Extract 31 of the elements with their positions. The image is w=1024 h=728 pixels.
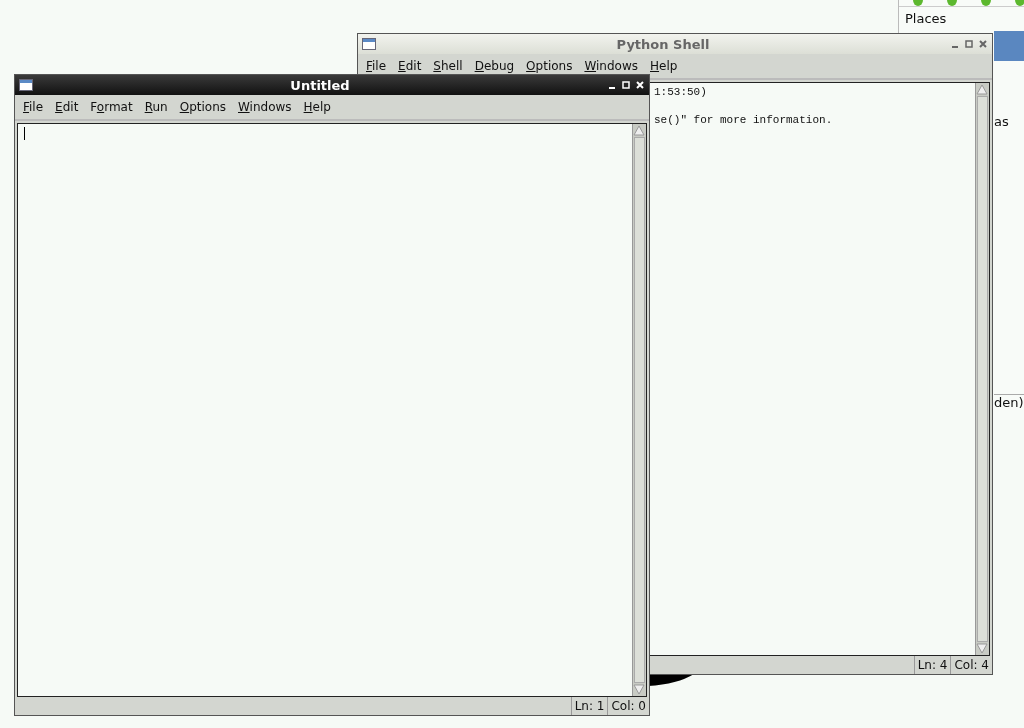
output-line: 1:53:50) xyxy=(654,85,708,99)
output-line: se()" for more information. xyxy=(654,113,834,127)
places-heading: Places xyxy=(904,10,948,28)
window-icon xyxy=(19,79,33,91)
column-number: Col: 0 xyxy=(607,697,649,715)
menu-item[interactable]: File xyxy=(17,97,50,117)
title-bar[interactable]: Untitled xyxy=(15,75,649,95)
column-number: Col: 4 xyxy=(950,656,992,674)
text-cursor xyxy=(24,127,25,140)
window-title: Untitled xyxy=(289,77,351,93)
menu-item[interactable]: Edit xyxy=(392,56,428,76)
window-title: Python Shell xyxy=(615,36,711,52)
menu-item[interactable]: Options xyxy=(520,56,579,76)
menu-item[interactable]: Options xyxy=(173,97,232,117)
menu-item[interactable]: Debug xyxy=(468,56,521,76)
menu-item[interactable]: File xyxy=(360,56,393,76)
menu-item[interactable]: Edit xyxy=(49,97,85,117)
menu-item[interactable]: Shell xyxy=(427,56,469,76)
menu-item[interactable]: Run xyxy=(138,97,174,117)
list-text: as xyxy=(994,114,1009,129)
line-number: Ln: 1 xyxy=(570,697,608,715)
menu-item[interactable]: Help xyxy=(297,97,337,117)
window-icon xyxy=(362,38,376,50)
scrollbar[interactable] xyxy=(975,83,989,655)
menu-item[interactable]: Help xyxy=(644,56,684,76)
line-number: Ln: 4 xyxy=(913,656,951,674)
scrollbar[interactable] xyxy=(632,124,646,696)
menu-item[interactable]: Windows xyxy=(578,56,644,76)
list-text: den) xyxy=(994,394,1024,410)
menu-item[interactable]: Windows xyxy=(232,97,298,117)
menu-item[interactable]: Format xyxy=(84,97,139,117)
